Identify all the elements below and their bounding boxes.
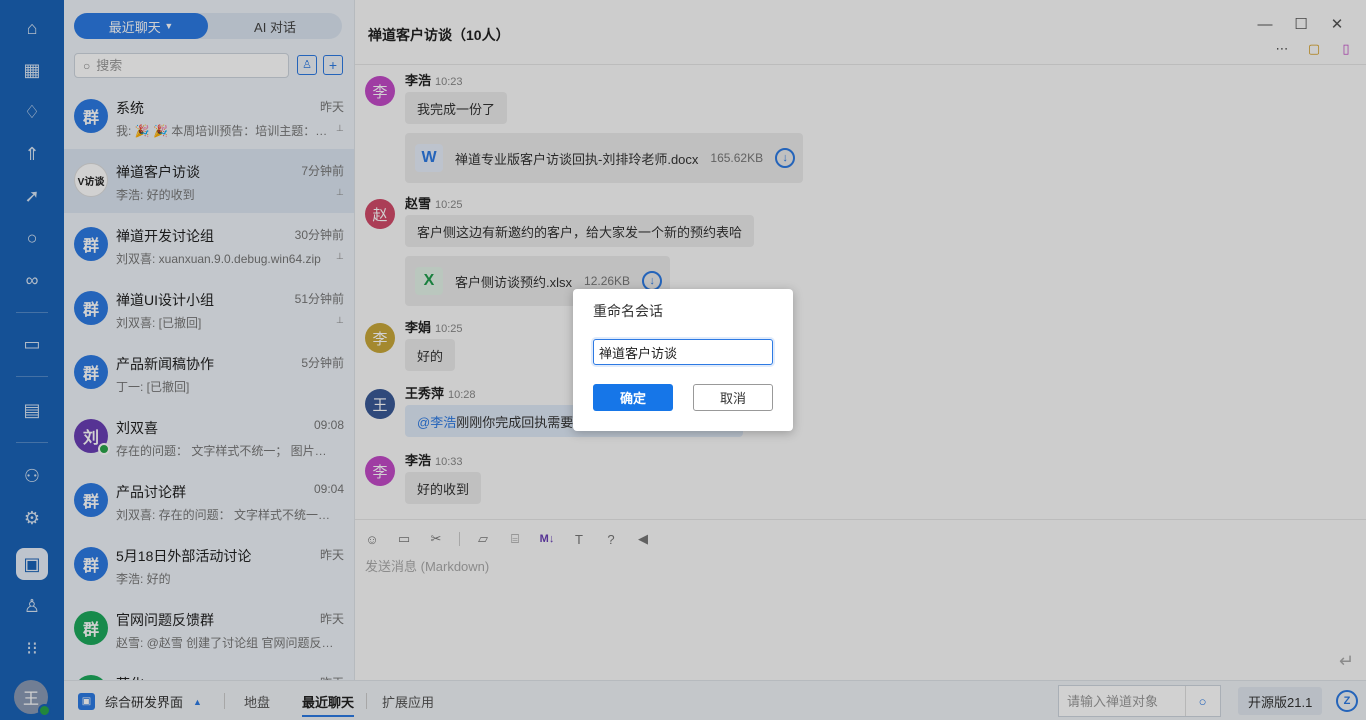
dialog-title: 重命名会话 xyxy=(593,303,663,319)
cancel-button[interactable]: 取消 xyxy=(693,384,773,411)
rename-input[interactable] xyxy=(593,339,773,365)
rename-dialog: 重命名会话 确定 取消 xyxy=(573,289,793,431)
confirm-button[interactable]: 确定 xyxy=(593,384,673,411)
